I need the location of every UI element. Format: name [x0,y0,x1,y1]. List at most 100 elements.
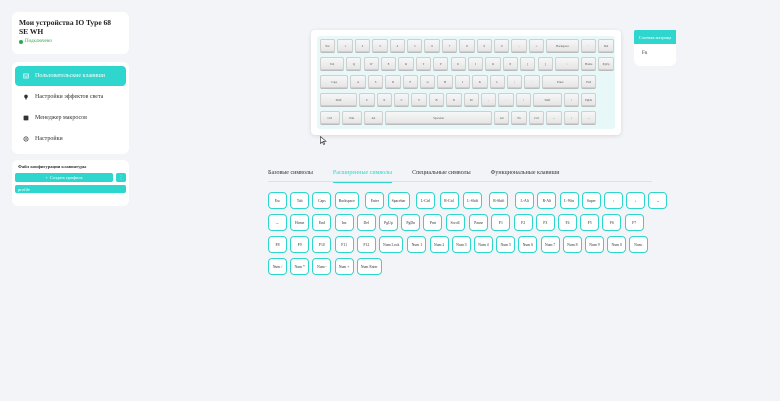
symbol-key[interactable]: F2 [513,214,533,231]
symbol-key[interactable]: Ins [334,214,354,231]
keyboard-key[interactable]: W [363,57,379,70]
keyboard-key[interactable]: V [411,93,427,106]
symbol-key[interactable]: L-Win [559,192,579,209]
keyboard-key[interactable]: X [376,93,392,106]
keyboard-key[interactable]: 1 [337,39,353,52]
symbol-key[interactable]: F7 [624,214,644,231]
symbol-key[interactable]: Scroll [445,214,465,231]
keyboard-key[interactable]: PgUp [598,57,614,70]
symbol-key[interactable]: Num - [312,258,332,275]
symbol-key[interactable]: PgUp [379,214,398,231]
symbol-key[interactable]: Num 5 [496,236,516,253]
keyboard-key[interactable]: \ [554,57,579,70]
keyboard-key[interactable]: M [463,93,479,106]
symbol-key[interactable]: End [312,214,332,231]
keyboard-key[interactable]: 4 [389,39,405,52]
symbol-key[interactable]: Esc [268,192,287,209]
keyboard-key[interactable]: D [385,75,401,88]
keyboard-key[interactable]: H [437,75,453,88]
symbol-key[interactable]: Num 1 [407,236,427,253]
keyboard-key[interactable]: Backspace [546,39,579,52]
symbol-key[interactable]: Num * [290,258,310,275]
keyboard-key[interactable]: O [485,57,501,70]
keyboard-key[interactable]: Win [341,111,362,124]
symbol-key[interactable]: L-Alt [515,192,535,209]
keyboard-key[interactable]: 7 [441,39,458,52]
keyboard-key[interactable]: → [581,111,597,124]
symbol-key[interactable]: Num Enter [356,258,382,275]
symbol-key[interactable]: F11 [334,236,354,253]
nav-item-custom-keys[interactable]: Пользовательские клавиши [15,66,126,86]
keyboard-key[interactable]: ; [507,75,523,88]
nav-item-settings[interactable]: Настройки [15,129,126,149]
keyboard-key[interactable]: Ctrl [320,111,340,124]
keyboard-key[interactable]: 0 [494,39,510,52]
keyboard-key[interactable]: , [480,93,497,106]
keyboard-key[interactable]: ` [581,39,597,52]
symbol-key[interactable]: → [648,192,668,209]
keyboard-key[interactable]: Del [598,39,614,52]
keyboard-key[interactable]: P [502,57,519,70]
keyboard-key[interactable]: 2 [354,39,371,52]
symbol-key[interactable]: Num 7 [540,236,560,253]
tab-basic[interactable]: Базовые символы [268,168,313,182]
symbol-key[interactable]: F5 [580,214,600,231]
keyboard-key[interactable]: Tab [320,57,345,70]
keyboard-key[interactable]: K [472,75,488,88]
keyboard-key[interactable]: ← [546,111,562,124]
keyboard-key[interactable]: 5 [407,39,423,52]
symbol-key[interactable]: F1 [491,214,511,231]
symbol-key[interactable]: F8 [268,236,287,253]
keyboard-key[interactable]: Ctrl [528,111,545,124]
symbol-key[interactable]: Num + [334,258,354,275]
keyboard-key[interactable]: I [467,57,484,70]
symbol-key[interactable]: Prnt [423,214,443,231]
keyboard-key[interactable]: G [420,75,436,88]
keyboard-key[interactable]: Alt [363,111,384,124]
keyboard-key[interactable]: E [380,57,397,70]
keyboard-key[interactable]: Caps [320,75,349,88]
keyboard-key[interactable]: B [428,93,445,106]
symbol-key[interactable]: PgDn [401,214,421,231]
keyboard-key[interactable]: ] [537,57,553,70]
symbol-key[interactable]: Num 2 [429,236,449,253]
symbol-key[interactable]: Del [356,214,376,231]
keyboard-key[interactable]: J [454,75,471,88]
layer-matrix-button[interactable]: Слоевая матрица [634,30,676,44]
keyboard-key[interactable]: U [450,57,466,70]
symbol-key[interactable]: ↓ [626,192,646,209]
keyboard-key[interactable]: F [402,75,419,88]
tab-special[interactable]: Специальные символы [412,168,471,182]
symbol-key[interactable]: F12 [356,236,376,253]
keyboard-key[interactable]: - [511,39,527,52]
keyboard-key[interactable]: 8 [459,39,475,52]
keyboard-key[interactable]: Esc [320,39,336,52]
symbol-key[interactable]: F3 [535,214,555,231]
keyboard-key[interactable]: L [489,75,506,88]
keyboard-key[interactable]: Z [359,93,375,106]
symbol-key[interactable]: ↑ [604,192,623,209]
nav-item-macros[interactable]: Менеджер макросов [15,108,126,128]
keyboard-key[interactable]: Fn [511,111,527,124]
keyboard-key[interactable]: Shift [320,93,358,106]
symbol-key[interactable]: Home [290,214,310,231]
profile-item[interactable]: profile [15,185,126,193]
tab-extended[interactable]: Расширенные символы [332,168,393,183]
symbol-key[interactable]: Num 0 [607,236,627,253]
symbol-key[interactable]: Pause [469,214,489,231]
symbol-key[interactable]: Spacebar [387,192,410,209]
keyboard-key[interactable]: 9 [476,39,492,52]
keyboard-key[interactable]: A [350,75,366,88]
keyboard-key[interactable]: 6 [424,39,440,52]
symbol-key[interactable]: Num / [268,258,287,275]
symbol-key[interactable]: Enter [365,192,385,209]
keyboard-key[interactable]: R [398,57,414,70]
keyboard-key[interactable]: C [393,93,410,106]
keyboard-key[interactable]: N [446,93,462,106]
keyboard-key[interactable]: . [498,93,514,106]
symbol-key[interactable]: F6 [602,214,622,231]
symbol-key[interactable]: L-Ctrl [416,192,435,209]
symbol-key[interactable]: Num 9 [585,236,604,253]
keyboard-key[interactable]: Q [346,57,362,70]
symbol-key[interactable]: Super [581,192,601,209]
